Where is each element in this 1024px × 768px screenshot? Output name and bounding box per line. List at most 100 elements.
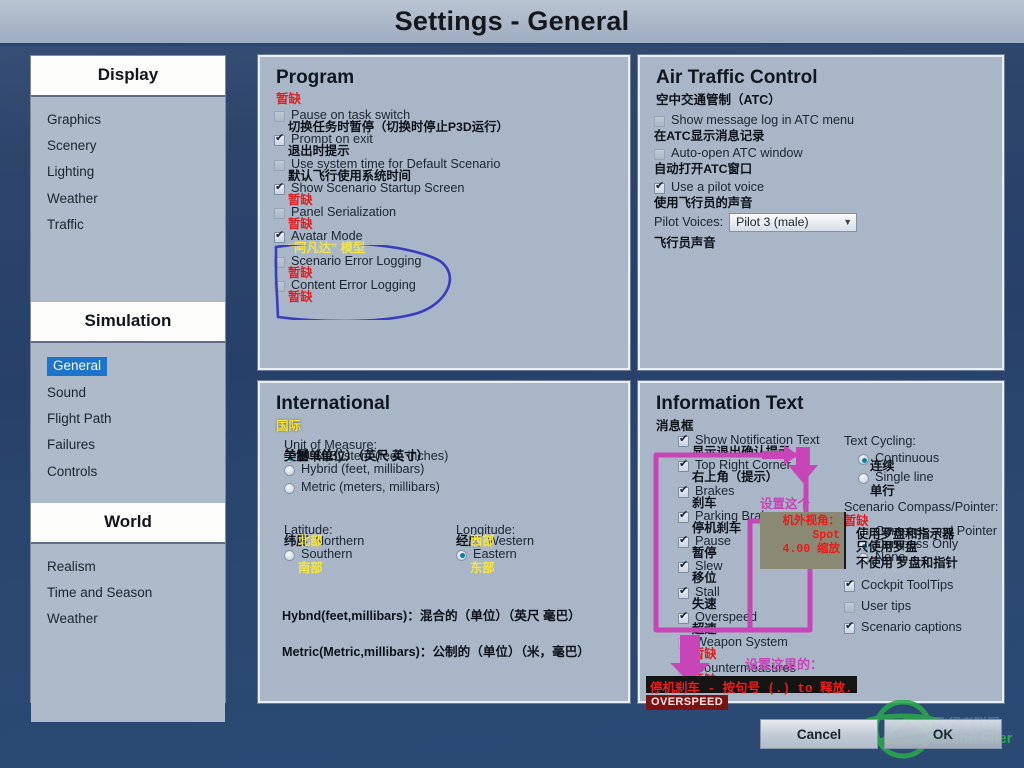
- checkbox-icon[interactable]: [274, 257, 285, 268]
- radio-icon[interactable]: [284, 465, 295, 476]
- checkbox-scenario-captions[interactable]: Scenario captions: [844, 621, 1004, 634]
- international-title: International: [260, 383, 628, 415]
- chevron-down-icon[interactable]: ▼: [843, 218, 852, 227]
- checkbox-icon[interactable]: [654, 149, 665, 160]
- sidebar-item-scenery[interactable]: Scenery: [31, 133, 225, 159]
- checkbox-icon[interactable]: [678, 638, 689, 649]
- checkbox-icon[interactable]: [678, 537, 689, 548]
- radio-metric[interactable]: Metric (meters, millibars): [284, 481, 628, 494]
- info-note-6: 失速: [678, 598, 838, 610]
- annotation-set-here: 设置这里的：: [745, 654, 823, 673]
- latitude-note-0: 北部: [284, 535, 444, 547]
- checkbox-label: Cockpit ToolTips: [861, 579, 953, 592]
- checkbox-icon[interactable]: [274, 232, 285, 243]
- checkbox-use-a-pilot-voice[interactable]: Use a pilot voice: [654, 181, 1002, 194]
- longitude-group: Longitude: 经度 Western 西部 Eastern 东部: [456, 523, 616, 574]
- info-note-2: 刹车: [678, 497, 838, 509]
- sidebar-item-world-weather[interactable]: Weather: [31, 606, 225, 632]
- program-panel: Program 暂缺 Pause on task switch 切换任务时暂停（…: [258, 55, 630, 370]
- cancel-button[interactable]: Cancel: [760, 719, 878, 749]
- pilot-voices-dropdown[interactable]: Pilot 3 (male) ▼: [729, 213, 857, 232]
- sidebar-group-simulation: General Sound Flight Path Failures Contr…: [31, 343, 225, 503]
- atc-note-1: 自动打开ATC窗口: [654, 163, 1002, 175]
- ok-button[interactable]: OK: [884, 719, 1002, 749]
- information-text-title-note: 消息框: [640, 415, 1002, 434]
- sidebar-item-flight-path[interactable]: Flight Path: [31, 406, 225, 432]
- checkbox-icon[interactable]: [678, 613, 689, 624]
- spot-line-2: 4.00 缩放: [762, 543, 840, 557]
- checkbox-icon[interactable]: [274, 184, 285, 195]
- radio-icon[interactable]: [284, 550, 295, 561]
- international-legend: Hybnd(feet,millibars)：混合的（单位）（英尺 毫巴） Met…: [282, 605, 632, 660]
- checkbox-icon[interactable]: [844, 602, 855, 613]
- air-traffic-control-panel: Air Traffic Control 空中交通管制（ATC） Show mes…: [638, 55, 1004, 370]
- checkbox-show-message-log[interactable]: Show message log in ATC menu: [654, 114, 1002, 127]
- atc-options-list: Show message log in ATC menu 在ATC显示消息记录 …: [640, 108, 1002, 249]
- legend-line-1: Metric(Metric,millibars)：公制的（单位）（米，毫巴）: [282, 641, 632, 660]
- radio-single-line[interactable]: Single line: [858, 471, 1004, 484]
- program-note-1: 退出时提示: [274, 145, 628, 157]
- checkbox-icon[interactable]: [274, 111, 285, 122]
- sidebar-item-lighting[interactable]: Lighting: [31, 159, 225, 185]
- checkbox-icon[interactable]: [274, 160, 285, 171]
- sidebar-group-header-simulation: Simulation: [31, 302, 225, 343]
- checkbox-auto-open-atc-window[interactable]: Auto-open ATC window: [654, 147, 1002, 160]
- checkbox-label: Use a pilot voice: [671, 181, 764, 194]
- checkbox-label: User tips: [861, 600, 911, 613]
- compass-note-1: 只使用罗盘: [844, 541, 1004, 553]
- sidebar-item-general[interactable]: General: [47, 357, 107, 376]
- checkbox-cockpit-tooltips[interactable]: Cockpit ToolTips: [844, 579, 1004, 592]
- radio-label: Hybrid (feet, millibars): [301, 463, 424, 476]
- information-text-title: Information Text: [640, 383, 1002, 415]
- atc-note-2: 使用飞行员的声音: [654, 197, 1002, 209]
- checkbox-icon[interactable]: [678, 487, 689, 498]
- text-cycling-note-0: 连续: [844, 460, 1004, 472]
- compass-note-0: 使用罗盘和指示器: [844, 528, 1004, 540]
- program-note-5: “阿凡达” 模型: [274, 242, 628, 254]
- sidebar-item-graphics[interactable]: Graphics: [31, 107, 225, 133]
- info-note-7: 超速: [678, 623, 838, 635]
- unit-option-note-0: 美制（单位）（英尺 英寸）: [284, 450, 628, 462]
- pilot-voices-row: Pilot Voices: Pilot 3 (male) ▼: [654, 213, 1002, 232]
- longitude-note-0: 西部: [456, 535, 616, 547]
- checkbox-icon[interactable]: [274, 281, 285, 292]
- sidebar-item-weather[interactable]: Weather: [31, 186, 225, 212]
- checkbox-icon[interactable]: [678, 461, 689, 472]
- program-title-note: 暂缺: [260, 88, 628, 107]
- sidebar-item-realism[interactable]: Realism: [31, 554, 225, 580]
- checkbox-icon[interactable]: [844, 581, 855, 592]
- atc-title: Air Traffic Control: [640, 57, 1002, 89]
- checkbox-icon[interactable]: [678, 588, 689, 599]
- checkbox-icon[interactable]: [654, 116, 665, 127]
- annotation-set-this: 设置这个: [760, 493, 810, 512]
- checkbox-icon[interactable]: [654, 183, 665, 194]
- info-right-column: Text Cycling: Continuous 连续 Single line …: [844, 434, 1004, 634]
- info-note-0: 显示退出确认提示: [678, 446, 838, 458]
- sidebar-group-header-world: World: [31, 503, 225, 544]
- radio-eastern[interactable]: Eastern: [456, 548, 616, 561]
- sidebar-item-controls[interactable]: Controls: [31, 459, 225, 485]
- sidebar-item-traffic[interactable]: Traffic: [31, 212, 225, 238]
- checkbox-user-tips[interactable]: User tips: [844, 600, 1004, 613]
- sidebar-item-time-and-season[interactable]: Time and Season: [31, 580, 225, 606]
- spot-line-0: 机外视角：: [762, 515, 840, 529]
- checkbox-icon[interactable]: [274, 208, 285, 219]
- sidebar-item-sound[interactable]: Sound: [31, 380, 225, 406]
- checkbox-icon[interactable]: [678, 436, 689, 447]
- sidebar-item-failures[interactable]: Failures: [31, 432, 225, 458]
- international-panel: International 国际 Unit of Measure: 计量单位 U…: [258, 381, 630, 703]
- radio-label: Eastern: [473, 548, 517, 561]
- checkbox-icon[interactable]: [678, 664, 689, 675]
- sidebar-group-display: Graphics Scenery Lighting Weather Traffi…: [31, 97, 225, 302]
- radio-label: Metric (meters, millibars): [301, 481, 440, 494]
- checkbox-icon[interactable]: [274, 135, 285, 146]
- checkbox-label: Auto-open ATC window: [671, 147, 803, 160]
- checkbox-icon[interactable]: [844, 623, 855, 634]
- checkbox-icon[interactable]: [678, 512, 689, 523]
- radio-icon[interactable]: [284, 483, 295, 494]
- checkbox-icon[interactable]: [678, 562, 689, 573]
- radio-icon[interactable]: [858, 473, 869, 484]
- radio-southern[interactable]: Southern: [284, 548, 444, 561]
- radio-hybrid[interactable]: Hybrid (feet, millibars): [284, 463, 628, 476]
- radio-icon[interactable]: [456, 550, 467, 561]
